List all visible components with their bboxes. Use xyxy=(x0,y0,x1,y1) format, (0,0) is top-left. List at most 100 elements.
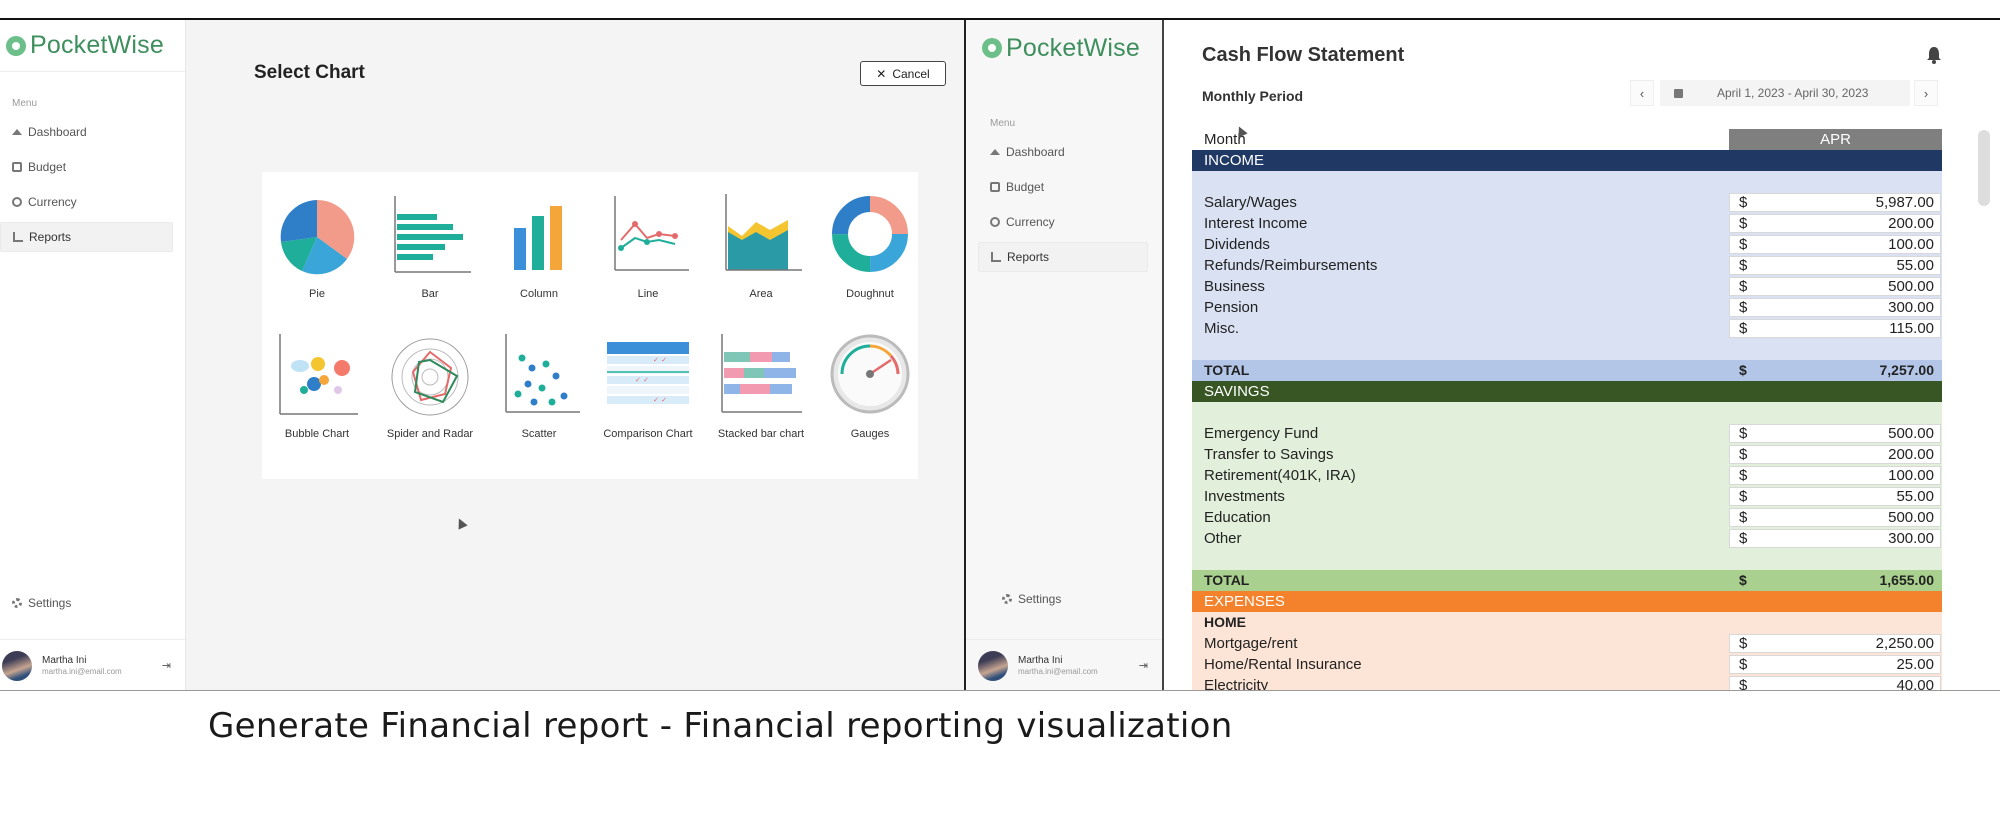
nav-label: Dashboard xyxy=(1006,145,1065,159)
logout-icon[interactable]: ⇥ xyxy=(1139,659,1148,672)
nav-currency[interactable]: Currency xyxy=(0,187,173,217)
currency-icon xyxy=(12,197,22,207)
divider xyxy=(0,690,2000,691)
income-header: INCOME xyxy=(1192,150,1942,171)
table-row[interactable]: Dividends $100.00 xyxy=(1192,234,1942,255)
chevron-right-icon: › xyxy=(1923,85,1929,101)
app-logo[interactable]: PocketWise xyxy=(0,20,185,72)
currency-symbol: $ xyxy=(1739,656,1748,673)
table-row[interactable]: Emergency Fund $500.00 xyxy=(1192,423,1942,444)
settings-link[interactable]: Settings xyxy=(978,584,1174,619)
table-row[interactable]: Other $300.00 xyxy=(1192,528,1942,549)
table-row[interactable]: Interest Income $200.00 xyxy=(1192,213,1942,234)
chart-option-bar[interactable]: Bar xyxy=(375,192,485,322)
table-row[interactable]: Investments $55.00 xyxy=(1192,486,1942,507)
table-row[interactable]: Retirement(401K, IRA) $100.00 xyxy=(1192,465,1942,486)
avatar[interactable] xyxy=(2,650,32,681)
logout-icon[interactable]: ⇥ xyxy=(162,659,171,672)
chart-option-doughnut[interactable]: Doughnut xyxy=(815,192,925,322)
bell-icon[interactable] xyxy=(1926,46,1942,64)
row-label: Business xyxy=(1204,278,1265,295)
gear-icon xyxy=(12,598,22,608)
expenses-subheader: HOME xyxy=(1192,612,1942,633)
cancel-button[interactable]: ✕ Cancel xyxy=(860,61,946,86)
nav-label: Settings xyxy=(28,596,72,610)
table-row[interactable]: Refunds/Reimbursements $55.00 xyxy=(1192,255,1942,276)
chart-option-bubble[interactable]: Bubble Chart xyxy=(262,332,372,462)
table-row[interactable]: Transfer to Savings $200.00 xyxy=(1192,444,1942,465)
savings-header: SAVINGS xyxy=(1192,381,1942,402)
previous-period-button[interactable]: ‹ xyxy=(1630,80,1654,106)
amount: 25.00 xyxy=(1896,656,1934,673)
user-profile[interactable]: Martha Ini martha.ini@email.com ⇥ xyxy=(966,639,1162,691)
amount: 500.00 xyxy=(1888,278,1934,295)
chart-option-label: Spider and Radar xyxy=(386,428,474,440)
calendar-icon xyxy=(1674,88,1683,98)
table-row[interactable]: Mortgage/rent $2,250.00 xyxy=(1192,633,1942,654)
chart-option-scatter[interactable]: Scatter xyxy=(484,332,594,462)
nav-budget[interactable]: Budget xyxy=(0,152,173,182)
menu-caption: Menu xyxy=(12,98,38,109)
chart-option-comparison[interactable]: ✓ ✓ ✓ ✓ ✓ ✓ Comparison Chart xyxy=(593,332,703,462)
chart-option-label: Bubble Chart xyxy=(284,428,350,440)
chart-option-column[interactable]: Column xyxy=(484,192,594,322)
table-row[interactable]: Education $500.00 xyxy=(1192,507,1942,528)
total-label: TOTAL xyxy=(1204,362,1250,378)
nav-dashboard[interactable]: Dashboard xyxy=(978,137,1148,167)
table-row[interactable]: Salary/Wages $5,987.00 xyxy=(1192,192,1942,213)
user-profile[interactable]: Martha Ini martha.ini@email.com ⇥ xyxy=(0,639,185,691)
chart-option-label: Pie xyxy=(309,288,325,300)
gear-icon xyxy=(1002,594,1012,604)
amount: 300.00 xyxy=(1888,530,1934,547)
nav-label: Reports xyxy=(29,230,72,244)
app-logo[interactable]: PocketWise xyxy=(966,20,1162,76)
table-row[interactable]: Pension $300.00 xyxy=(1192,297,1942,318)
currency-symbol: $ xyxy=(1739,194,1748,211)
table-row[interactable]: Electricity $40.00 xyxy=(1192,675,1942,691)
table-row[interactable]: Home/Rental Insurance $25.00 xyxy=(1192,654,1942,675)
nav-reports[interactable]: Reports xyxy=(0,222,173,252)
amount: 115.00 xyxy=(1889,320,1934,337)
chart-option-stacked-bar[interactable]: Stacked bar chart xyxy=(706,332,816,462)
nav-label: Reports xyxy=(1007,250,1050,264)
avatar[interactable] xyxy=(978,650,1008,681)
nav-label: Dashboard xyxy=(28,125,87,139)
row-label: Retirement(401K, IRA) xyxy=(1204,467,1356,484)
nav-reports[interactable]: Reports xyxy=(978,242,1148,272)
chart-type-gallery: Pie Bar Column Line Area Doughnut Bubble… xyxy=(262,172,918,479)
svg-text:✓ ✓: ✓ ✓ xyxy=(653,396,667,404)
user-email: martha.ini@email.com xyxy=(1018,666,1098,676)
nav-settings[interactable]: Settings xyxy=(0,588,173,618)
video-caption: Generate Financial report - Financial re… xyxy=(208,706,1233,746)
chart-option-label: Stacked bar chart xyxy=(717,428,805,440)
amount: 100.00 xyxy=(1888,467,1934,484)
table-row[interactable]: Business $500.00 xyxy=(1192,276,1942,297)
amount: 40.00 xyxy=(1896,677,1934,691)
chart-option-line[interactable]: Line xyxy=(593,192,703,322)
nav-currency[interactable]: Currency xyxy=(978,207,1148,237)
nav-dashboard[interactable]: Dashboard xyxy=(0,117,173,147)
section-title: EXPENSES xyxy=(1204,593,1285,610)
chart-option-label: Doughnut xyxy=(846,288,894,300)
chart-option-pie[interactable]: Pie xyxy=(262,192,372,322)
page-title: Cash Flow Statement xyxy=(1202,44,1405,66)
app-name: PocketWise xyxy=(30,31,164,59)
table-row[interactable]: Misc. $115.00 xyxy=(1192,318,1942,339)
amount: 55.00 xyxy=(1896,257,1934,274)
chart-option-gauges[interactable]: Gauges xyxy=(815,332,925,462)
wallet-icon xyxy=(12,162,22,172)
next-period-button[interactable]: › xyxy=(1914,80,1938,106)
chart-option-area[interactable]: Area xyxy=(706,192,816,322)
currency-symbol: $ xyxy=(1739,677,1748,691)
cash-flow-screen: PocketWise Menu Dashboard Budget Currenc… xyxy=(964,20,2000,691)
chart-option-radar[interactable]: Spider and Radar xyxy=(375,332,485,462)
row-label: Salary/Wages xyxy=(1204,194,1297,211)
chart-option-label: Line xyxy=(637,288,659,300)
row-label: Interest Income xyxy=(1204,215,1308,232)
nav-settings[interactable]: Settings xyxy=(990,584,1160,614)
scrollbar[interactable] xyxy=(1978,130,1990,206)
column-chart-icon xyxy=(514,206,562,270)
settings-link[interactable]: Settings xyxy=(0,588,185,623)
nav-budget[interactable]: Budget xyxy=(978,172,1148,202)
date-range-field[interactable]: April 1, 2023 - April 30, 2023 xyxy=(1660,80,1910,106)
